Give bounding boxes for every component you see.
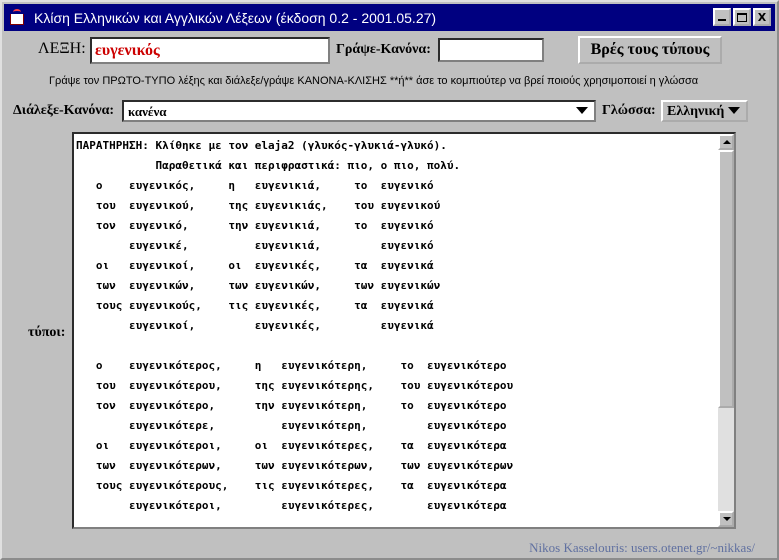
rule-dropdown-value: κανένα [128, 104, 167, 119]
vertical-scrollbar[interactable] [718, 134, 734, 527]
maximize-icon[interactable] [733, 8, 751, 26]
output-line: τους ευγενικότερους, τις ευγενικότερες, … [76, 479, 507, 492]
minimize-icon[interactable] [713, 8, 731, 26]
output-line: ΠΑΡΑΤΗΡΗΣΗ: Κλίθηκε με τον elaja2 (γλυκό… [76, 139, 447, 152]
output-line: Παραθετικά και περιφραστικά: πιο, ο πιο,… [76, 159, 461, 172]
word-label: ΛΕΞΗ: [38, 40, 86, 57]
language-label: Γλώσσα: [602, 103, 656, 118]
window-title: Κλίση Ελληνικών και Αγγλικών Λέξεων (έκδ… [34, 9, 437, 26]
find-forms-button[interactable]: Βρές τους τύπους [578, 36, 722, 64]
forms-label: τύποι: [28, 325, 66, 340]
language-dropdown[interactable]: Ελληνική [661, 100, 748, 122]
java-cup-icon[interactable] [8, 8, 28, 27]
scroll-down-icon[interactable] [718, 511, 734, 527]
output-line: ευγενικότερε, ευγενικότερη, ευγενικότερο [76, 419, 507, 432]
language-dropdown-value: Ελληνική [667, 104, 725, 119]
output-line: ευγενικέ, ευγενικιά, ευγενικό [76, 239, 434, 252]
output-line: ο ευγενικός, η ευγενικιά, το ευγενικό [76, 179, 434, 192]
scrollbar-thumb[interactable] [718, 150, 734, 408]
chevron-down-icon[interactable] [576, 107, 588, 114]
output-line: ευγενικοί, ευγενικές, ευγενικά [76, 319, 434, 332]
rule-field-box [438, 38, 544, 62]
scroll-up-icon[interactable] [718, 134, 734, 150]
title-bar[interactable]: Κλίση Ελληνικών και Αγγλικών Λέξεων (έκδ… [4, 4, 775, 31]
rule-dropdown[interactable]: κανένα [122, 100, 596, 122]
author-credit: Nikos Kasselouris: users.otenet.gr/~nikk… [529, 540, 755, 555]
output-line: τους ευγενικούς, τις ευγενικές, τα ευγεν… [76, 299, 434, 312]
output-line: ο ευγενικότερος, η ευγενικότερη, το ευγε… [76, 359, 507, 372]
rule-label: Γράψε-Κανόνα: [336, 42, 431, 57]
output-line: τον ευγενικότερο, την ευγενικότερη, το ε… [76, 399, 507, 412]
forms-output-area[interactable]: ΠΑΡΑΤΗΡΗΣΗ: Κλίθηκε με τον elaja2 (γλυκό… [72, 132, 736, 529]
output-line: του ευγενικότερου, της ευγενικότερης, το… [76, 379, 514, 392]
forms-output-text: ΠΑΡΑΤΗΡΗΣΗ: Κλίθηκε με τον elaja2 (γλυκό… [76, 136, 716, 526]
output-line: ευγενικότεροι, ευγενικότερες, ευγενικότε… [76, 499, 507, 512]
rule-input[interactable] [440, 40, 542, 60]
output-line: τον ευγενικό, την ευγενικιά, το ευγενικό [76, 219, 434, 232]
output-line: του ευγενικού, της ευγενικιάς, του ευγεν… [76, 199, 441, 212]
word-field-box [90, 37, 330, 64]
output-line: των ευγενικότερων, των ευγενικότερων, τω… [76, 459, 514, 472]
app-window: Κλίση Ελληνικών και Αγγλικών Λέξεων (έκδ… [0, 0, 779, 560]
word-input[interactable] [92, 39, 328, 62]
output-line: οι ευγενικότεροι, οι ευγενικότερες, τα ε… [76, 439, 507, 452]
window-controls: X [711, 8, 771, 26]
instructions-hint: Γράψε τον ΠΡΩΤΟ-ΤΥΠΟ λέξης και διάλεξε/γ… [49, 75, 699, 87]
choose-rule-label: Διάλεξε-Κανόνα: [13, 103, 115, 118]
output-line: των ευγενικών, των ευγενικών, των ευγενι… [76, 279, 441, 292]
output-line: οι ευγενικοί, οι ευγενικές, τα ευγενικά [76, 259, 434, 272]
close-icon[interactable]: X [753, 8, 771, 26]
chevron-down-icon[interactable] [728, 107, 740, 114]
